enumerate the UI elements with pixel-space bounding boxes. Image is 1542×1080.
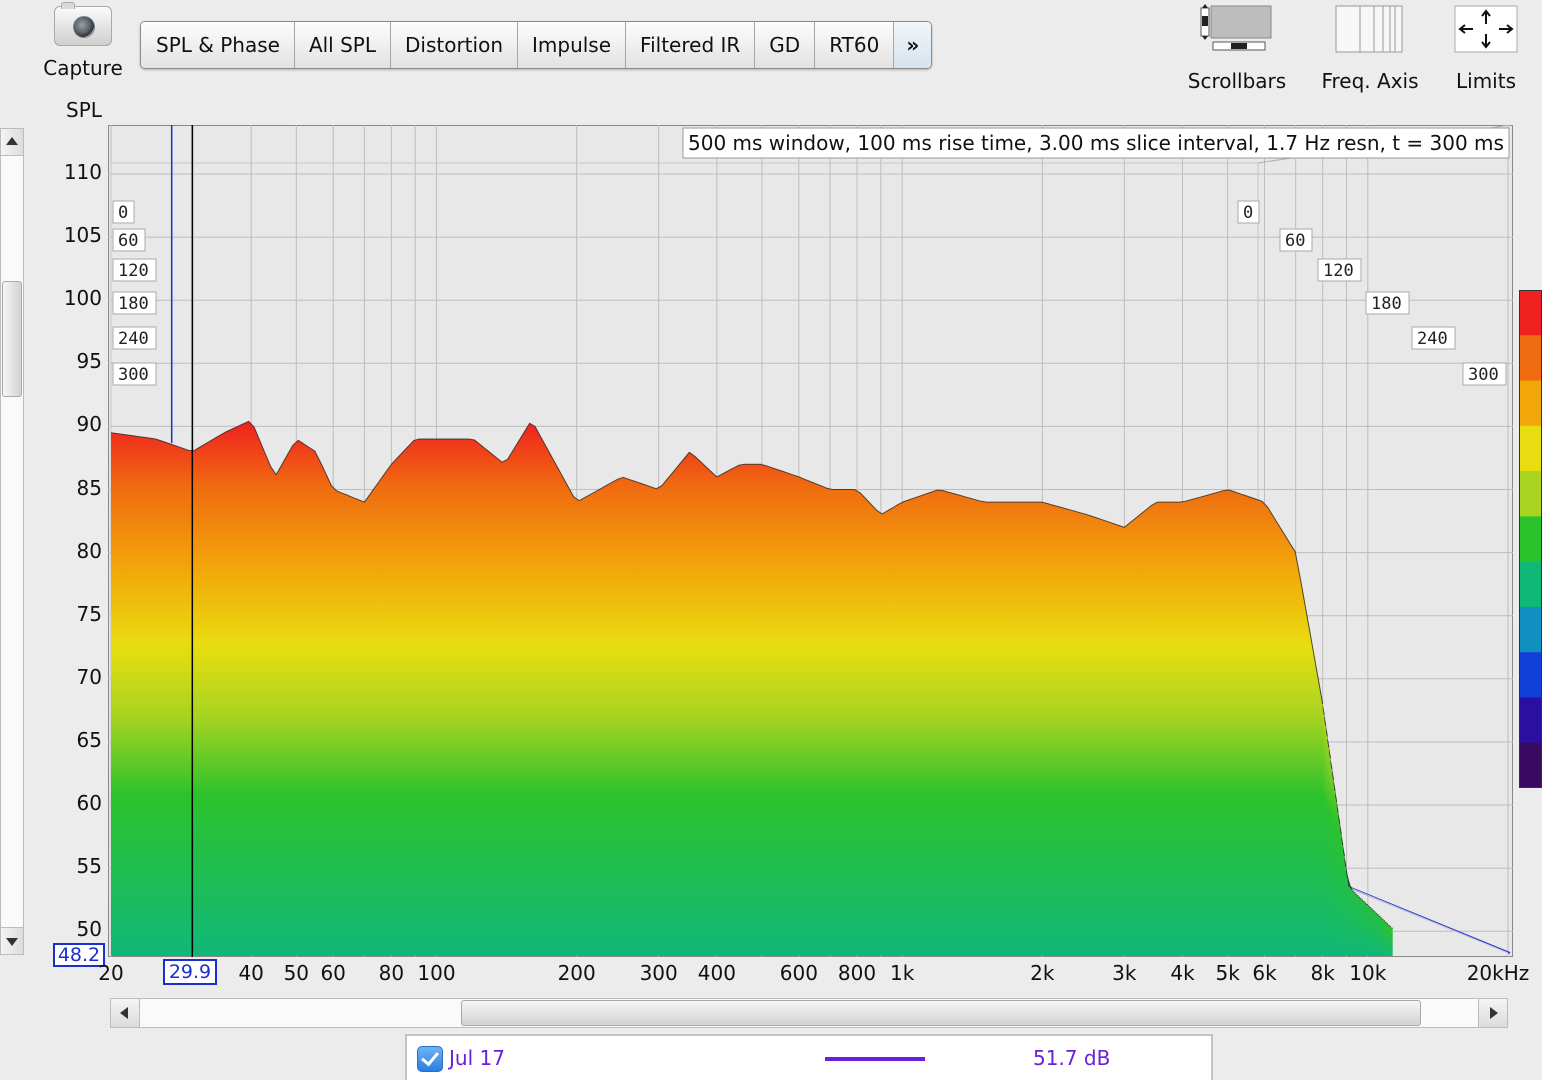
horizontal-scroll-thumb[interactable] <box>461 1000 1421 1026</box>
y-cursor-readout: 48.2 <box>53 943 105 967</box>
y-tick-label: 85 <box>76 475 102 500</box>
y-axis-title: SPL <box>66 98 102 122</box>
x-tick-label: 60 <box>320 961 346 985</box>
tab-impulse[interactable]: Impulse <box>518 22 627 68</box>
y-tick-label: 65 <box>76 727 102 752</box>
y-tick-label: 75 <box>76 601 102 626</box>
time-slice-label: 60 <box>1285 231 1305 251</box>
x-tick-label: 5k <box>1215 961 1240 985</box>
time-slice-label: 0 <box>1243 203 1253 223</box>
camera-icon <box>54 2 112 46</box>
tab-all-spl[interactable]: All SPL <box>294 22 391 68</box>
x-tick-label: 8k <box>1310 961 1335 985</box>
freq-axis-button[interactable]: Freq. Axis <box>1314 4 1426 93</box>
colormap-band <box>1519 290 1542 337</box>
y-tick-label: 50 <box>76 917 102 942</box>
x-tick-label: 600 <box>779 961 818 985</box>
time-slice-label: 0 <box>118 203 128 223</box>
limits-label: Limits <box>1456 69 1516 93</box>
colormap-band <box>1519 742 1542 788</box>
y-tick-label: 95 <box>76 349 102 374</box>
x-tick-label: 20 <box>98 961 124 985</box>
y-tick-label: 90 <box>76 412 102 437</box>
vertical-scrollbar[interactable] <box>0 128 24 955</box>
colormap-band <box>1519 471 1542 518</box>
time-slice-label: 300 <box>1468 365 1499 385</box>
measurement-value: 51.7 dB <box>1033 1046 1111 1070</box>
info-box: 500 ms window, 100 ms rise time, 3.00 ms… <box>682 127 1510 159</box>
tab-filtered-ir[interactable]: Filtered IR <box>626 22 756 68</box>
x-tick-label: 800 <box>837 961 877 985</box>
colormap-band <box>1519 380 1542 427</box>
scroll-right-arrow[interactable] <box>1478 999 1507 1027</box>
x-tick-label: 3k <box>1112 961 1137 985</box>
tab-distortion[interactable]: Distortion <box>391 22 518 68</box>
scroll-left-arrow[interactable] <box>111 999 140 1027</box>
legend-line-swatch <box>825 1057 925 1061</box>
y-tick-label: 70 <box>76 664 102 689</box>
scrollbars-label: Scrollbars <box>1187 69 1287 93</box>
x-tick-label: 6k <box>1252 961 1277 985</box>
capture-button[interactable]: Capture <box>38 2 128 80</box>
time-slice-label: 240 <box>118 329 149 349</box>
waterfall-plot[interactable]: 0 0 60 60 120 120 180 180 240 240 300 300 500 ms wi… <box>108 125 1513 957</box>
colormap-band <box>1519 561 1542 608</box>
colormap-band <box>1519 606 1542 654</box>
tab-spl-phase[interactable]: SPL & Phase <box>141 22 295 68</box>
colormap-band <box>1519 652 1542 699</box>
scrollbars-button[interactable]: Scrollbars <box>1182 4 1292 93</box>
horizontal-scrollbar[interactable] <box>110 998 1508 1028</box>
tab-rt60[interactable]: RT60 <box>815 22 895 68</box>
scroll-up-arrow[interactable] <box>1 129 23 156</box>
x-tick-label: 80 <box>378 961 405 985</box>
y-tick-label: 55 <box>76 854 102 879</box>
x-tick-label: 100 <box>417 961 456 985</box>
time-slice-label: 180 <box>1371 294 1402 314</box>
x-cursor-readout: 29.9 <box>163 959 217 985</box>
time-slice-label: 180 <box>118 294 149 314</box>
y-tick-label: 80 <box>76 538 102 563</box>
y-tick-label: 105 <box>63 223 102 248</box>
time-slice-label: 60 <box>118 231 138 251</box>
time-slice-label: 240 <box>1417 329 1448 349</box>
vertical-scroll-thumb[interactable] <box>2 281 22 397</box>
x-tick-label: 40 <box>238 961 264 985</box>
colormap-band <box>1519 697 1542 744</box>
scroll-down-arrow[interactable] <box>1 927 23 954</box>
y-tick-label: 60 <box>76 791 102 815</box>
x-tick-label: 20kHz <box>1466 961 1530 985</box>
measurement-name[interactable]: Jul 17 <box>449 1046 505 1070</box>
scrollbars-icon <box>1200 4 1272 51</box>
tab-gd[interactable]: GD <box>755 22 816 68</box>
capture-label: Capture <box>43 56 123 80</box>
x-tick-label: 2k <box>1030 961 1055 985</box>
colormap-scale <box>1519 290 1542 788</box>
x-tick-label: 4k <box>1170 961 1195 985</box>
time-slice-label: 300 <box>118 365 149 385</box>
colormap-band <box>1519 516 1542 563</box>
time-slice-label: 120 <box>1323 261 1354 281</box>
x-tick-label: 10k <box>1349 961 1387 985</box>
colormap-band <box>1519 335 1542 382</box>
x-tick-label: 1k <box>889 961 915 985</box>
y-tick-label: 110 <box>63 160 102 184</box>
info-text: 500 ms window, 100 ms rise time, 3.00 ms… <box>688 131 1504 155</box>
freq-axis-icon <box>1335 5 1403 53</box>
colormap-band <box>1519 425 1542 473</box>
time-slice-label: 120 <box>118 261 149 281</box>
x-tick-label: 200 <box>557 961 596 985</box>
measurement-checkbox[interactable] <box>417 1046 443 1072</box>
x-tick-label: 50 <box>283 961 310 985</box>
legend-panel: Jul 17 51.7 dB <box>405 1034 1213 1080</box>
y-tick-label: 100 <box>63 286 102 311</box>
freq-axis-label: Freq. Axis <box>1321 69 1419 93</box>
graph-tabs: SPL & Phase All SPL Distortion Impulse F… <box>140 21 933 69</box>
more-tabs-button[interactable]: » <box>894 22 932 68</box>
limits-icon <box>1454 5 1518 53</box>
x-tick-label: 400 <box>697 961 736 985</box>
limits-button[interactable]: Limits <box>1446 4 1526 93</box>
x-tick-label: 300 <box>639 961 678 985</box>
